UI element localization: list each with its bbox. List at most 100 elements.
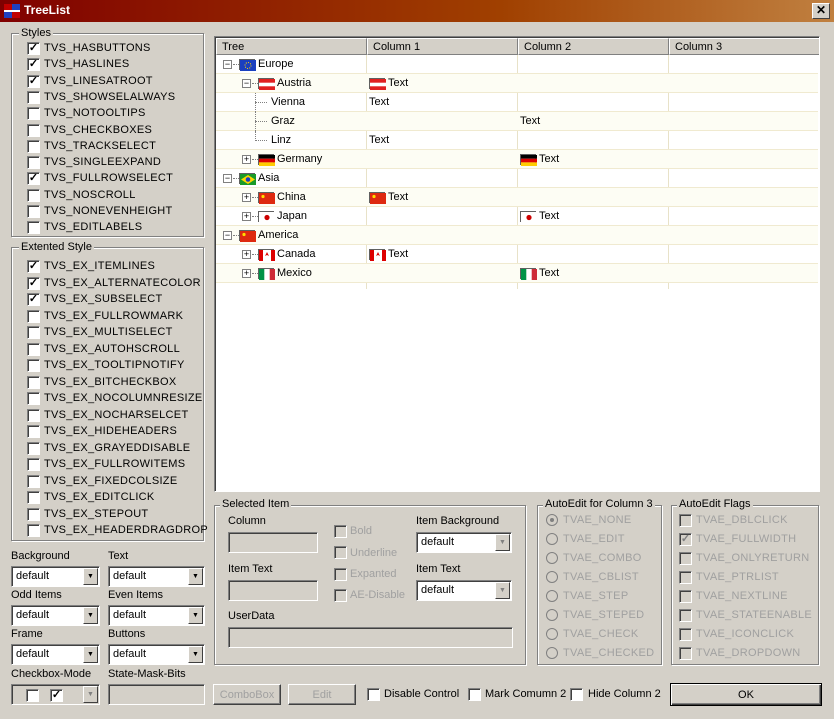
aef-checkbox-7[interactable] [679, 647, 692, 660]
tree-row[interactable]: − America [216, 226, 818, 245]
extended-checkbox-4[interactable] [27, 326, 40, 339]
styles-checkbox-2[interactable]: ✓ [27, 74, 40, 88]
hide-column2-checkbox[interactable] [570, 688, 583, 701]
extended-checkbox-16[interactable] [27, 524, 40, 537]
combo-arrow-icon[interactable]: ▼ [188, 568, 203, 585]
state-mask-field[interactable] [108, 684, 205, 705]
extended-checkbox-11[interactable] [27, 441, 40, 455]
column-field[interactable] [228, 532, 318, 553]
extended-checkbox-15[interactable] [27, 507, 40, 521]
collapse-icon[interactable]: − [223, 231, 232, 240]
background-combo[interactable]: default ▼ [11, 566, 100, 587]
extended-checkbox-1[interactable]: ✓ [27, 276, 40, 290]
collapse-icon[interactable]: − [223, 174, 232, 183]
ae3-radio-0[interactable] [546, 514, 558, 526]
bold-checkbox[interactable] [334, 525, 347, 538]
combo-arrow-icon[interactable]: ▼ [188, 607, 203, 624]
ae3-radio-4[interactable] [546, 590, 558, 602]
aef-checkbox-3[interactable] [679, 571, 692, 584]
styles-checkbox-10[interactable] [27, 205, 40, 218]
extended-checkbox-5[interactable] [27, 342, 40, 356]
combo-arrow-icon[interactable]: ▼ [83, 686, 98, 703]
styles-checkbox-4[interactable] [27, 107, 40, 121]
tree-row[interactable]: − Europe [216, 55, 818, 74]
tree-row[interactable]: Linz Text [216, 131, 818, 150]
tree-list[interactable]: Tree Column 1 Column 2 Column 3 − Europe −… [214, 36, 820, 492]
tree-row[interactable]: + China Text [216, 188, 818, 207]
styles-checkbox-0[interactable]: ✓ [27, 42, 40, 55]
ae3-radio-5[interactable] [546, 609, 558, 621]
ae-disable-checkbox[interactable] [334, 589, 347, 602]
edit-button[interactable]: Edit [288, 684, 356, 705]
ok-button[interactable]: OK [670, 683, 822, 706]
header-column-1[interactable]: Column 1 [367, 38, 518, 55]
styles-checkbox-7[interactable] [27, 156, 40, 170]
extended-checkbox-13[interactable] [27, 474, 40, 488]
collapse-icon[interactable]: − [242, 79, 251, 88]
aef-checkbox-2[interactable] [679, 552, 692, 565]
styles-checkbox-9[interactable] [27, 188, 40, 202]
collapse-icon[interactable]: − [223, 60, 232, 69]
userdata-field[interactable] [228, 627, 513, 648]
ae3-radio-1[interactable] [546, 533, 558, 545]
tree-row[interactable]: + Canada Text [216, 245, 818, 264]
ae3-radio-6[interactable] [546, 628, 558, 640]
even-items-combo[interactable]: default ▼ [108, 605, 205, 626]
combobox-button[interactable]: ComboBox [213, 684, 281, 705]
expanded-checkbox[interactable] [334, 568, 347, 581]
tree-row[interactable]: + Japan Text [216, 207, 818, 226]
item-text-field[interactable] [228, 580, 318, 601]
aef-checkbox-5[interactable] [679, 609, 692, 622]
expand-icon[interactable]: + [242, 269, 251, 278]
aef-checkbox-6[interactable] [679, 628, 692, 641]
item-text-color-combo[interactable]: default ▼ [416, 580, 512, 601]
combo-arrow-icon[interactable]: ▼ [83, 568, 98, 585]
combo-arrow-icon[interactable]: ▼ [495, 534, 510, 551]
extended-checkbox-14[interactable] [27, 491, 40, 504]
tree-row[interactable]: − Austria Text [216, 74, 818, 93]
disable-control-checkbox[interactable] [367, 688, 380, 701]
extended-checkbox-2[interactable]: ✓ [27, 293, 40, 306]
tree-row[interactable]: + Mexico Text [216, 264, 818, 283]
extended-checkbox-6[interactable] [27, 359, 40, 372]
styles-checkbox-3[interactable] [27, 90, 40, 104]
ae3-radio-7[interactable] [546, 647, 558, 659]
ae3-radio-2[interactable] [546, 552, 558, 564]
extended-checkbox-8[interactable] [27, 392, 40, 405]
tree-row[interactable]: Graz Text [216, 112, 818, 131]
combo-arrow-icon[interactable]: ▼ [83, 607, 98, 624]
item-background-combo[interactable]: default ▼ [416, 532, 512, 553]
extended-checkbox-7[interactable] [27, 375, 40, 389]
extended-checkbox-9[interactable] [27, 408, 40, 422]
styles-checkbox-1[interactable]: ✓ [27, 58, 40, 72]
combo-arrow-icon[interactable]: ▼ [188, 646, 203, 663]
extended-checkbox-10[interactable] [27, 425, 40, 438]
expand-icon[interactable]: + [242, 212, 251, 221]
tree-row[interactable]: + Germany Text [216, 150, 818, 169]
extended-checkbox-0[interactable]: ✓ [27, 260, 40, 273]
mark-column2-checkbox[interactable] [468, 688, 481, 701]
styles-checkbox-8[interactable]: ✓ [27, 172, 40, 186]
aef-checkbox-1[interactable]: ✓ [679, 533, 692, 546]
buttons-color-combo[interactable]: default ▼ [108, 644, 205, 665]
extended-checkbox-3[interactable] [27, 309, 40, 323]
expand-icon[interactable]: + [242, 155, 251, 164]
frame-combo[interactable]: default ▼ [11, 644, 100, 665]
tree-row[interactable]: Vienna Text [216, 93, 818, 112]
aef-checkbox-0[interactable] [679, 514, 692, 527]
expand-icon[interactable]: + [242, 193, 251, 202]
header-column-2[interactable]: Column 2 [518, 38, 669, 55]
checkbox-mode-combo[interactable]: ✓ ▼ [11, 684, 100, 705]
odd-items-combo[interactable]: default ▼ [11, 605, 100, 626]
styles-checkbox-6[interactable] [27, 139, 40, 153]
styles-checkbox-5[interactable] [27, 123, 40, 137]
ae3-radio-3[interactable] [546, 571, 558, 583]
text-color-combo[interactable]: default ▼ [108, 566, 205, 587]
tree-row[interactable]: − Asia [216, 169, 818, 188]
underline-checkbox[interactable] [334, 546, 347, 559]
header-tree[interactable]: Tree [216, 38, 367, 55]
styles-checkbox-11[interactable] [27, 221, 40, 235]
expand-icon[interactable]: + [242, 250, 251, 259]
header-column-3[interactable]: Column 3 [669, 38, 819, 55]
aef-checkbox-4[interactable] [679, 590, 692, 603]
